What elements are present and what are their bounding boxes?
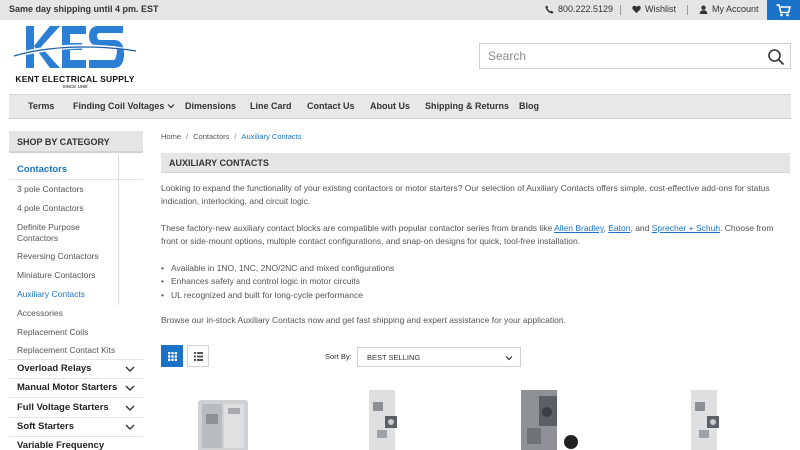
sort-select[interactable]: BEST SELLING <box>357 347 521 367</box>
top-bar: Same day shipping until 4 pm. EST 800.22… <box>0 0 800 20</box>
sidebar-item-soft-starters[interactable]: Soft Starters <box>17 421 74 432</box>
sort-value: BEST SELLING <box>367 353 421 362</box>
product-image[interactable] <box>513 386 583 450</box>
grid-view-button[interactable] <box>161 345 183 367</box>
page-title-bar: AUXILIARY CONTACTS <box>161 153 790 173</box>
link-sprecher-schuh[interactable]: Sprecher + Schuh <box>652 223 720 233</box>
list-item: Enhances safety and control logic in mot… <box>161 275 761 288</box>
divider <box>9 397 143 398</box>
intro-paragraph: Looking to expand the functionality of y… <box>161 183 770 206</box>
heart-icon <box>632 5 641 13</box>
divider <box>9 179 143 180</box>
product-image[interactable] <box>355 386 425 450</box>
search-icon[interactable] <box>767 48 785 66</box>
divider <box>9 378 143 379</box>
page-title: AUXILIARY CONTACTS <box>169 158 269 168</box>
nav-item-blog[interactable]: Blog <box>519 101 539 111</box>
sidebar-item-accessories[interactable]: Accessories <box>17 308 63 318</box>
divider <box>9 436 143 437</box>
phone-icon <box>545 4 554 14</box>
compatibility-paragraph: These factory-new auxiliary contact bloc… <box>161 222 791 248</box>
product-image[interactable] <box>190 386 260 450</box>
sidebar-item-reversing-contactors[interactable]: Reversing Contactors <box>17 251 99 261</box>
user-icon <box>699 5 708 14</box>
wishlist-label: Wishlist <box>645 4 676 14</box>
breadcrumb-home[interactable]: Home <box>161 132 181 141</box>
list-view-button[interactable] <box>187 345 209 367</box>
shipping-notice: Same day shipping until 4 pm. EST <box>9 4 159 14</box>
sidebar-item-3-pole-contactors[interactable]: 3 pole Contactors <box>17 184 84 194</box>
breadcrumb: Home / Contactors / Auxiliary Contacts <box>161 132 302 141</box>
sort-label: Sort By: <box>325 352 352 361</box>
list-view-icon <box>193 351 203 361</box>
site-logo[interactable]: KENT ELECTRICAL SUPPLY SINCE 1989 <box>10 24 140 90</box>
expand-toggle[interactable] <box>121 401 139 415</box>
cart-button[interactable] <box>767 0 800 20</box>
sidebar-item-auxiliary-contacts[interactable]: Auxiliary Contacts <box>17 289 85 299</box>
account-label: My Account <box>712 4 759 14</box>
main-nav: Terms Finding Coil Voltages Dimensions L… <box>9 94 791 119</box>
nav-item-contact-us[interactable]: Contact Us <box>307 101 355 111</box>
nav-item-shipping-returns[interactable]: Shipping & Returns <box>425 101 509 111</box>
chevron-down-icon <box>125 366 135 372</box>
expand-toggle[interactable] <box>121 381 139 395</box>
sidebar-item-contactors[interactable]: Contactors <box>17 164 67 175</box>
phone-link[interactable]: 800.222.5129 <box>545 4 613 14</box>
search-box <box>479 43 791 69</box>
logo-brand-name: KENT ELECTRICAL SUPPLY <box>15 74 135 84</box>
search-input[interactable] <box>480 44 750 68</box>
sidebar-item-replacement-contact-kits[interactable]: Replacement Contact Kits <box>17 345 115 355</box>
text-span: These factory-new auxiliary contact bloc… <box>161 223 555 233</box>
breadcrumb-separator: / <box>234 132 237 141</box>
chevron-down-icon <box>125 385 135 391</box>
category-sidebar: SHOP BY CATEGORY Contactors 3 pole Conta… <box>9 131 143 450</box>
chevron-down-icon <box>125 424 135 430</box>
kes-logo-mark <box>13 26 137 68</box>
sidebar-item-miniature-contactors[interactable]: Miniature Contactors <box>17 270 95 280</box>
link-allen-bradley[interactable]: Allen Bradley <box>554 223 603 233</box>
cart-icon <box>776 3 791 16</box>
list-item: Available in 1NO, 1NC, 2NO/2NC and mixed… <box>161 262 761 275</box>
phone-number: 800.222.5129 <box>558 4 614 14</box>
chevron-down-icon <box>167 104 175 109</box>
logo-since: SINCE 1989 <box>62 84 88 89</box>
list-item: UL recognized and built for long-cycle p… <box>161 289 761 302</box>
wishlist-link[interactable]: Wishlist <box>632 4 676 14</box>
nav-item-dimensions[interactable]: Dimensions <box>185 101 236 111</box>
divider <box>9 359 143 360</box>
chevron-down-icon <box>505 356 513 361</box>
sidebar-item-manual-motor-starters[interactable]: Manual Motor Starters <box>17 382 117 393</box>
nav-item-terms[interactable]: Terms <box>28 101 54 111</box>
divider <box>118 155 119 305</box>
divider <box>687 5 688 15</box>
sidebar-heading: SHOP BY CATEGORY <box>9 131 143 153</box>
sidebar-item-overload-relays[interactable]: Overload Relays <box>17 363 91 374</box>
sidebar-item-replacement-coils[interactable]: Replacement Coils <box>17 327 88 337</box>
closing-paragraph: Browse our in-stock Auxiliary Contacts n… <box>161 315 566 325</box>
link-eaton[interactable]: Eaton <box>608 223 630 233</box>
sidebar-item-definite-purpose[interactable]: Definite Purpose <box>17 222 80 232</box>
nav-item-about-us[interactable]: About Us <box>370 101 410 111</box>
sidebar-item-4-pole-contactors[interactable]: 4 pole Contactors <box>17 203 84 213</box>
account-link[interactable]: My Account <box>699 4 759 14</box>
grid-view-icon <box>167 351 177 361</box>
divider <box>620 5 621 15</box>
chevron-down-icon <box>125 405 135 411</box>
sidebar-item-full-voltage-starters[interactable]: Full Voltage Starters <box>17 402 109 413</box>
sidebar-item-definite-purpose-line2[interactable]: Contactors <box>17 233 58 243</box>
expand-toggle[interactable] <box>121 420 139 434</box>
text-span: , and <box>630 223 652 233</box>
expand-toggle[interactable] <box>121 362 139 376</box>
nav-item-line-card[interactable]: Line Card <box>250 101 292 111</box>
breadcrumb-contactors[interactable]: Contactors <box>193 132 229 141</box>
feature-list: Available in 1NO, 1NC, 2NO/2NC and mixed… <box>161 262 761 302</box>
breadcrumb-separator: / <box>186 132 189 141</box>
divider <box>9 417 143 418</box>
product-image[interactable] <box>677 386 747 450</box>
breadcrumb-current[interactable]: Auxiliary Contacts <box>241 132 301 141</box>
nav-item-finding-coil-voltages[interactable]: Finding Coil Voltages <box>73 101 175 111</box>
nav-item-label: Finding Coil Voltages <box>73 101 165 111</box>
sidebar-item-variable-frequency[interactable]: Variable Frequency <box>17 440 104 450</box>
